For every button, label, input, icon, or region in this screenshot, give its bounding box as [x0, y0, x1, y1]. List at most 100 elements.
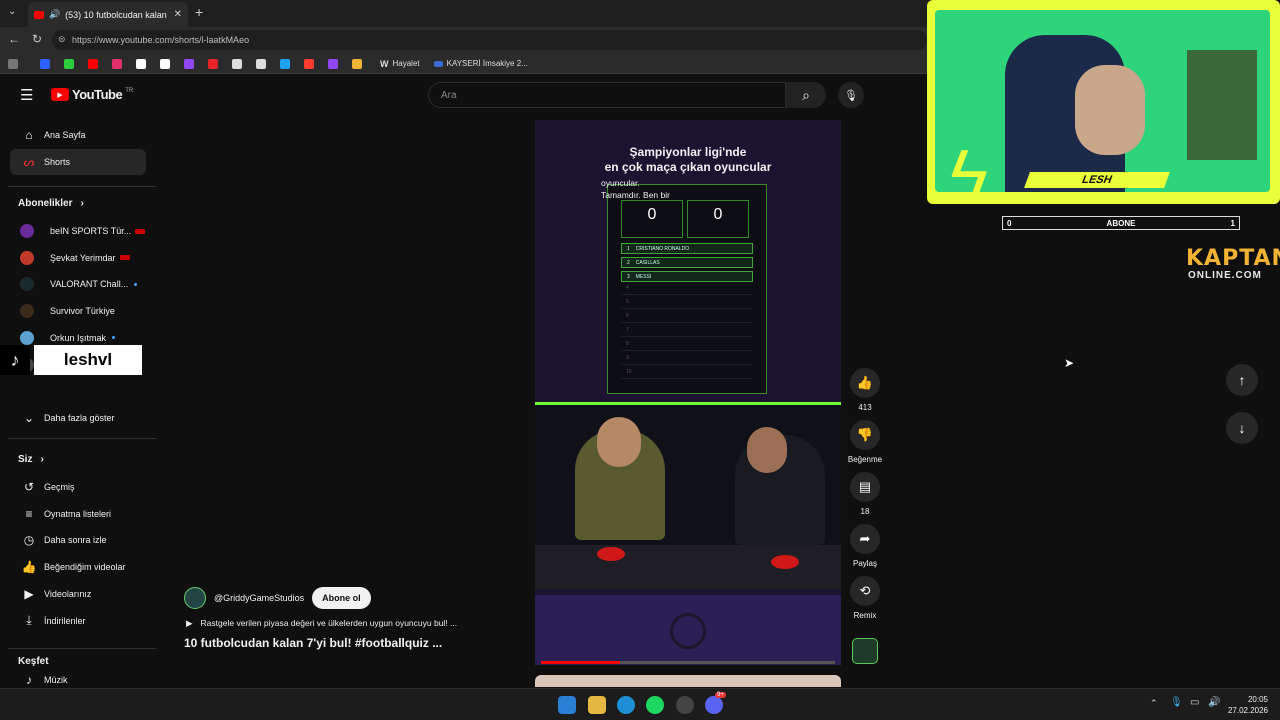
video-description[interactable]: ▶ Rastgele verilen piyasa değeri ve ülke… [186, 618, 457, 629]
bookmark-site-icon[interactable] [136, 58, 146, 69]
sidebar-item-you[interactable]: ⤓ İndirilenler [10, 608, 146, 634]
sidebar: ⌂ Ana Sayfa ᔕ Shorts Abonelikler › beIN … [0, 76, 156, 686]
show-more-button[interactable]: ⌄ Daha fazla göster [10, 405, 146, 431]
sidebar-item-label: Survivor Türkiye [50, 306, 115, 317]
empty-answer-row: 8 [621, 341, 753, 351]
bookmark-site-icon[interactable] [112, 58, 122, 69]
remix-button[interactable]: ⟲ [850, 576, 880, 606]
channel-avatar[interactable] [184, 587, 206, 609]
bookmark-reading-icon[interactable] [8, 58, 18, 69]
reload-icon[interactable]: ↻ [32, 32, 42, 46]
divider [8, 186, 156, 187]
start-icon[interactable] [558, 696, 576, 714]
next-short-preview[interactable] [535, 675, 841, 687]
tray-chevron-icon[interactable]: ⌃ [1150, 698, 1158, 709]
bookmark-site-icon[interactable] [64, 58, 74, 69]
previous-short-button[interactable]: ↑ [1226, 364, 1258, 396]
sidebar-item-home[interactable]: ⌂ Ana Sayfa [10, 122, 146, 148]
like-icon: 👍 [21, 560, 37, 575]
shorts-video-player[interactable]: Şampiyonlar ligi'nde en çok maça çıkan o… [535, 120, 841, 665]
sidebar-item-you[interactable]: 👍 Beğendiğim videolar [10, 554, 146, 580]
sidebar-item-subscription[interactable]: Şevkat Yerimdar [10, 245, 146, 271]
sidebar-item-shorts[interactable]: ᔕ Shorts [10, 149, 146, 175]
next-short-button[interactable]: ↓ [1226, 412, 1258, 444]
bookmark-site-icon[interactable] [160, 58, 170, 69]
like-button[interactable]: 👍 [850, 368, 880, 398]
empty-answer-row: 10 [621, 369, 753, 379]
thumbs-down-icon: 👎 [856, 427, 874, 442]
close-tab-icon[interactable]: ✕ [174, 9, 182, 20]
bookmark-site-icon[interactable] [280, 58, 290, 69]
progress-track[interactable] [541, 661, 835, 664]
bookmark-site-icon[interactable] [232, 58, 242, 69]
sidebar-item-you[interactable]: ↺ Geçmiş [10, 474, 146, 500]
share-icon: ➦ [859, 531, 871, 546]
system-clock[interactable]: 20:05 27.02.2026 [1228, 694, 1268, 716]
you-header[interactable]: Siz › [18, 454, 44, 465]
new-content-dot-icon [134, 282, 138, 286]
griddy-logo-icon [670, 613, 706, 649]
comments-button[interactable]: ▤ [850, 472, 880, 502]
channel-handle[interactable]: @GriddyGameStudios [214, 593, 304, 603]
back-icon[interactable]: ← [8, 32, 20, 46]
sidebar-item-you[interactable]: ◷ Daha sonra izle [10, 527, 146, 553]
caption-line1: oyuncular. [601, 178, 640, 188]
channel-avatar [20, 304, 34, 319]
bookmark-site-icon[interactable] [352, 58, 362, 69]
subscribe-button[interactable]: Abone ol [312, 587, 371, 609]
share-button[interactable]: ➦ [850, 524, 880, 554]
explore-header: Keşfet [18, 656, 49, 667]
search-button[interactable]: ⌕ [786, 82, 826, 108]
discord-icon[interactable]: 9+ [705, 692, 726, 714]
remix-label: Remix [853, 611, 877, 620]
bookmark-hayalet[interactable]: W Hayalet [380, 59, 420, 69]
search-placeholder: Ara [441, 89, 457, 101]
voice-search-button[interactable]: 🎙 [838, 82, 864, 108]
video-title[interactable]: 10 futbolcudan kalan 7'yi bul! #football… [184, 636, 442, 650]
bookmark-site-icon[interactable] [88, 58, 98, 69]
dislike-button[interactable]: 👎 [850, 420, 880, 450]
sidebar-item-subscription[interactable]: VALORANT Chall... [10, 271, 146, 297]
file-explorer-icon[interactable] [588, 696, 606, 714]
address-bar[interactable]: ⊜ https://www.youtube.com/shorts/l-laatk… [52, 30, 927, 50]
sidebar-item-subscription[interactable]: Survivor Türkiye [10, 298, 146, 324]
volume-icon[interactable]: 🔊 [1208, 697, 1220, 708]
sidebar-item-subscription[interactable]: beIN SPORTS Tür... [10, 218, 146, 244]
bookmark-site-icon[interactable] [304, 58, 314, 69]
bookmark-flag-icon [433, 60, 443, 67]
edge-icon[interactable] [617, 696, 635, 714]
bookmark-site-icon[interactable] [328, 58, 338, 69]
bookmark-w-icon: W [380, 58, 389, 69]
answer-row: 1 CRISTIANO RONALDO [621, 243, 753, 254]
display-icon[interactable]: ▭ [1190, 697, 1199, 708]
sidebar-item-label: Daha sonra izle [44, 535, 107, 546]
subscriptions-header[interactable]: Abonelikler › [18, 198, 84, 209]
search-input[interactable]: Ara [428, 82, 786, 108]
score-right: 0 [687, 200, 749, 238]
spotify-icon[interactable] [646, 696, 664, 714]
browser-tab-bar: ⌄ 🔊 (53) 10 futbolcudan kalan 7'yi ✕ + [0, 0, 930, 27]
sidebar-item-you[interactable]: ≡ Oynatma listeleri [10, 501, 146, 527]
tab-list-chevron-icon[interactable]: ⌄ [8, 6, 16, 17]
bookmark-site-icon[interactable] [256, 58, 266, 69]
bookmark-site-icon[interactable] [184, 58, 194, 69]
bookmark-site-icon[interactable] [40, 58, 50, 69]
buzzer-right-icon [771, 555, 799, 569]
home-icon: ⌂ [25, 128, 33, 142]
site-info-icon[interactable]: ⊜ [58, 34, 66, 45]
channel-avatar [20, 250, 34, 265]
chevron-right-icon: › [80, 198, 84, 209]
sidebar-item-you[interactable]: ▶ Videolarınız [10, 581, 146, 607]
audio-thumbnail[interactable] [852, 638, 878, 664]
bookmark-site-icon[interactable] [208, 58, 218, 69]
new-tab-icon[interactable]: + [195, 4, 203, 20]
tray-mic-icon[interactable]: 🎙 [1170, 697, 1183, 708]
obs-icon[interactable] [676, 696, 694, 714]
tiktok-overlay: ♪ leshvl [0, 345, 142, 375]
speaker-icon[interactable]: 🔊 [49, 9, 60, 20]
caption: oyuncular. Tamamdır. Ben bir [601, 177, 670, 201]
bookmark-kayseri[interactable]: KAYSERİ İmsakiye 2... [433, 59, 528, 68]
sidebar-item-music[interactable]: ♪ Müzik [10, 674, 146, 686]
chevron-down-icon: ⌄ [23, 411, 35, 425]
browser-tab[interactable]: 🔊 (53) 10 futbolcudan kalan 7'yi ✕ [28, 2, 188, 27]
